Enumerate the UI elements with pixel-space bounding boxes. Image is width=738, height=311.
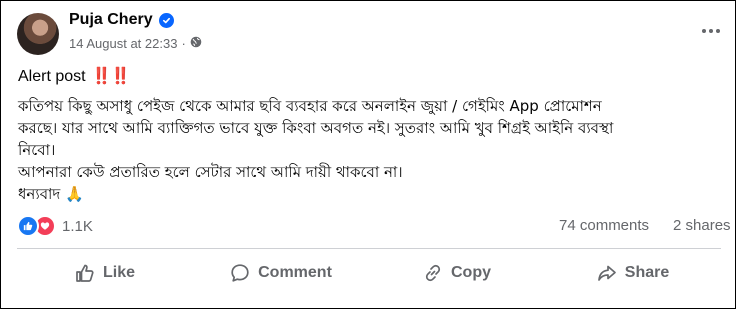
alert-emoji: ‼️‼️ [91, 68, 131, 85]
like-label: Like [102, 264, 135, 281]
comment-bubble-icon [230, 263, 250, 283]
meta-separator: · [181, 36, 186, 51]
author-header: Puja Chery [69, 11, 174, 29]
like-reaction-icon [17, 215, 39, 237]
copy-label: Copy [451, 264, 491, 281]
comment-label: Comment [258, 264, 332, 281]
alert-text: Alert post [18, 68, 86, 85]
comments-count[interactable]: 74 comments [559, 217, 649, 234]
alert-line: Alert post ‼️‼️ [18, 67, 730, 87]
reaction-count[interactable]: 1.1K [62, 218, 93, 235]
facebook-post-card: Puja Chery 14 August at 22:33 · Alert po… [0, 0, 736, 309]
globe-icon[interactable] [190, 36, 202, 51]
post-meta: 14 August at 22:33 · [69, 36, 202, 51]
post-stats: 1.1K 74 comments 2 shares [17, 215, 733, 237]
share-arrow-icon [597, 263, 617, 283]
post-timestamp[interactable]: 14 August at 22:33 [69, 36, 177, 51]
post-line: নিবো। [18, 141, 56, 159]
reactions-summary[interactable]: 1.1K [17, 215, 93, 237]
post-line: ধন্যবাদ 🙏 [18, 185, 84, 203]
actions-divider [17, 248, 721, 249]
more-options-icon[interactable] [699, 19, 723, 43]
copy-button[interactable]: Copy [369, 254, 545, 292]
post-line: করছে। যার সাথে আমি ব্যাক্তিগত ভাবে যুক্ত… [18, 119, 614, 137]
share-label: Share [624, 264, 670, 281]
shares-count[interactable]: 2 shares [673, 217, 731, 234]
verified-badge-icon [158, 12, 174, 28]
share-button[interactable]: Share [545, 254, 721, 292]
post-paragraph: কতিপয় কিছু অসাধু পেইজ থেকে আমার ছবি ব্য… [18, 95, 730, 205]
thumbs-up-icon [75, 263, 95, 283]
like-button[interactable]: Like [17, 254, 193, 292]
post-line: কতিপয় কিছু অসাধু পেইজ থেকে আমার ছবি ব্য… [18, 97, 602, 115]
link-icon [423, 263, 443, 283]
post-actions-bar: Like Comment Copy Share [17, 254, 721, 292]
post-line: আপনারা কেউ প্রতারিত হলে সেটার সাথে আমি দ… [18, 163, 403, 181]
post-body: Alert post ‼️‼️ কতিপয় কিছু অসাধু পেইজ থ… [18, 67, 730, 205]
comment-button[interactable]: Comment [193, 254, 369, 292]
author-name[interactable]: Puja Chery [69, 11, 153, 29]
author-avatar[interactable] [17, 13, 59, 55]
